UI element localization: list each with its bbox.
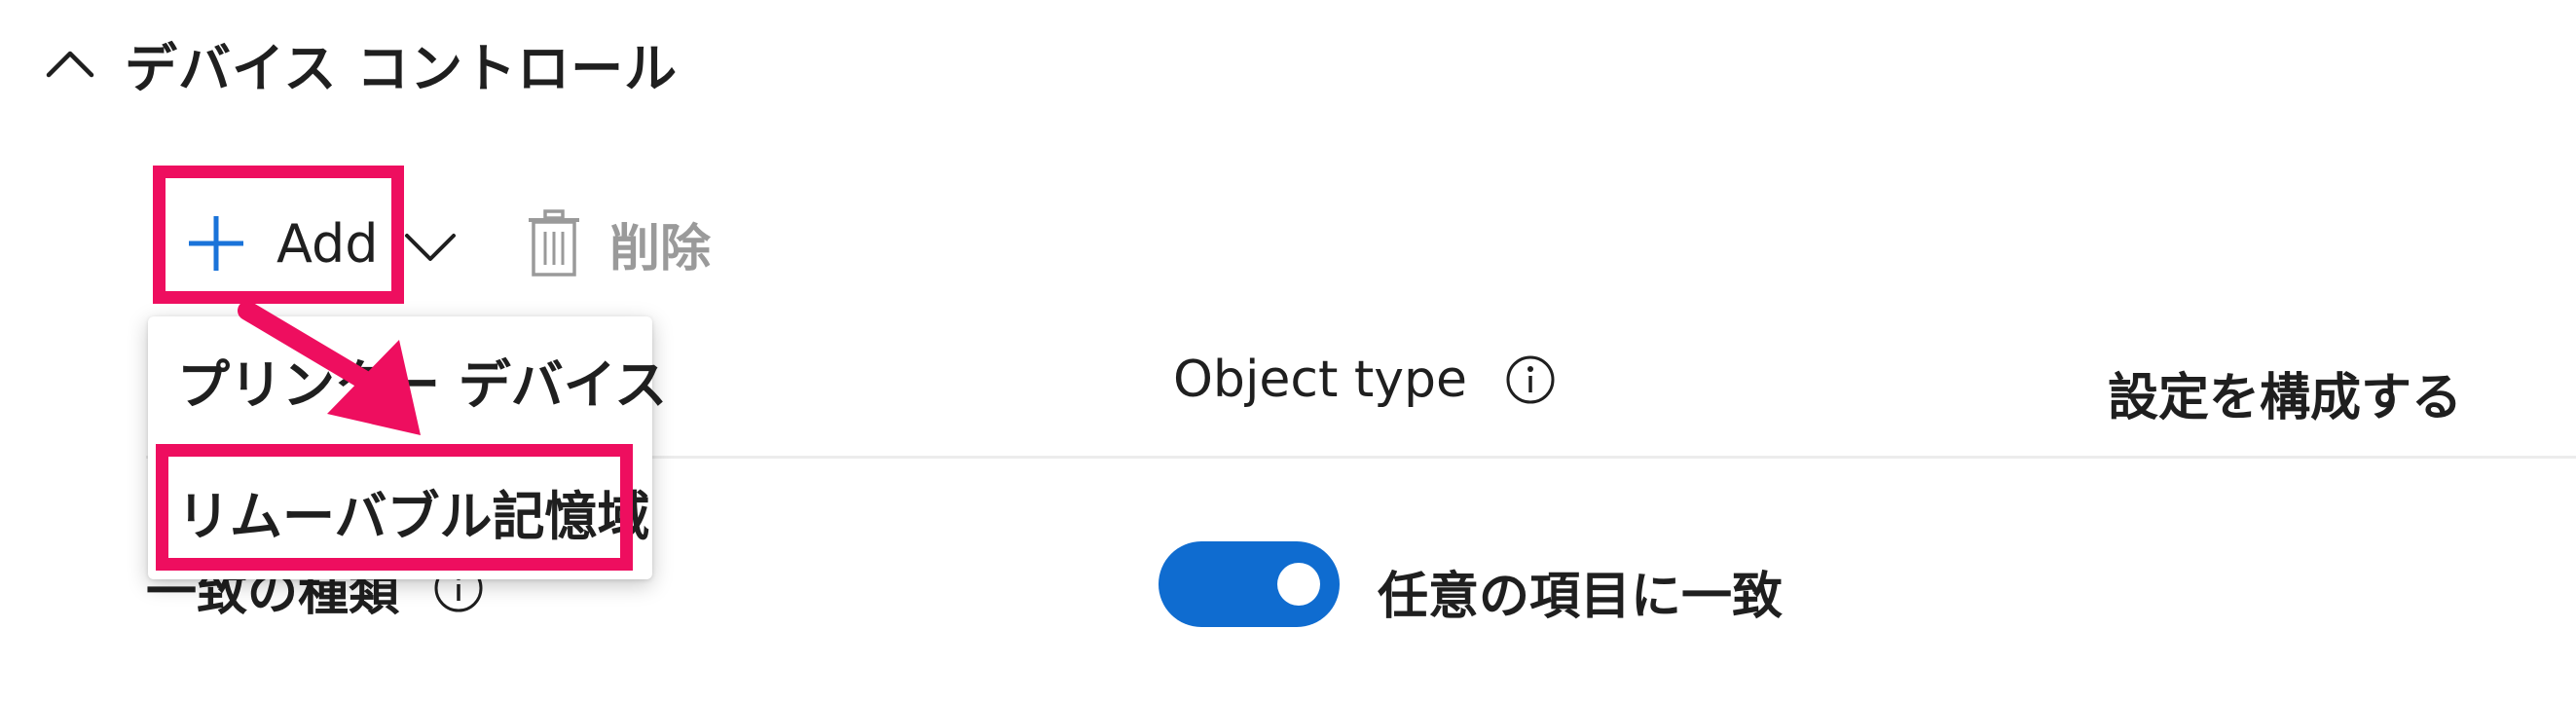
arrow-icon [238,301,421,435]
match-any-label: 任意の項目に一致 [1378,568,1784,626]
trash-icon [529,209,579,277]
match-any-toggle[interactable] [1159,541,1340,627]
column-header-label: Object type [1173,351,1468,409]
toggle-knob [1277,563,1320,606]
chevron-down-icon[interactable] [401,216,460,275]
section-title: デバイス コントロール [125,37,679,99]
highlight-box-add [153,166,404,304]
delete-button-label: 削除 [609,219,712,278]
column-header-configure[interactable]: 設定を構成する [2108,356,2462,429]
delete-button[interactable]: 削除 [526,204,711,282]
chevron-up-icon[interactable] [39,32,101,94]
highlight-box-removable-storage [156,444,633,571]
column-header-object-type[interactable]: Object type [1173,351,1557,409]
section-header[interactable]: デバイス コントロール [39,19,678,107]
info-icon[interactable] [1504,353,1557,406]
